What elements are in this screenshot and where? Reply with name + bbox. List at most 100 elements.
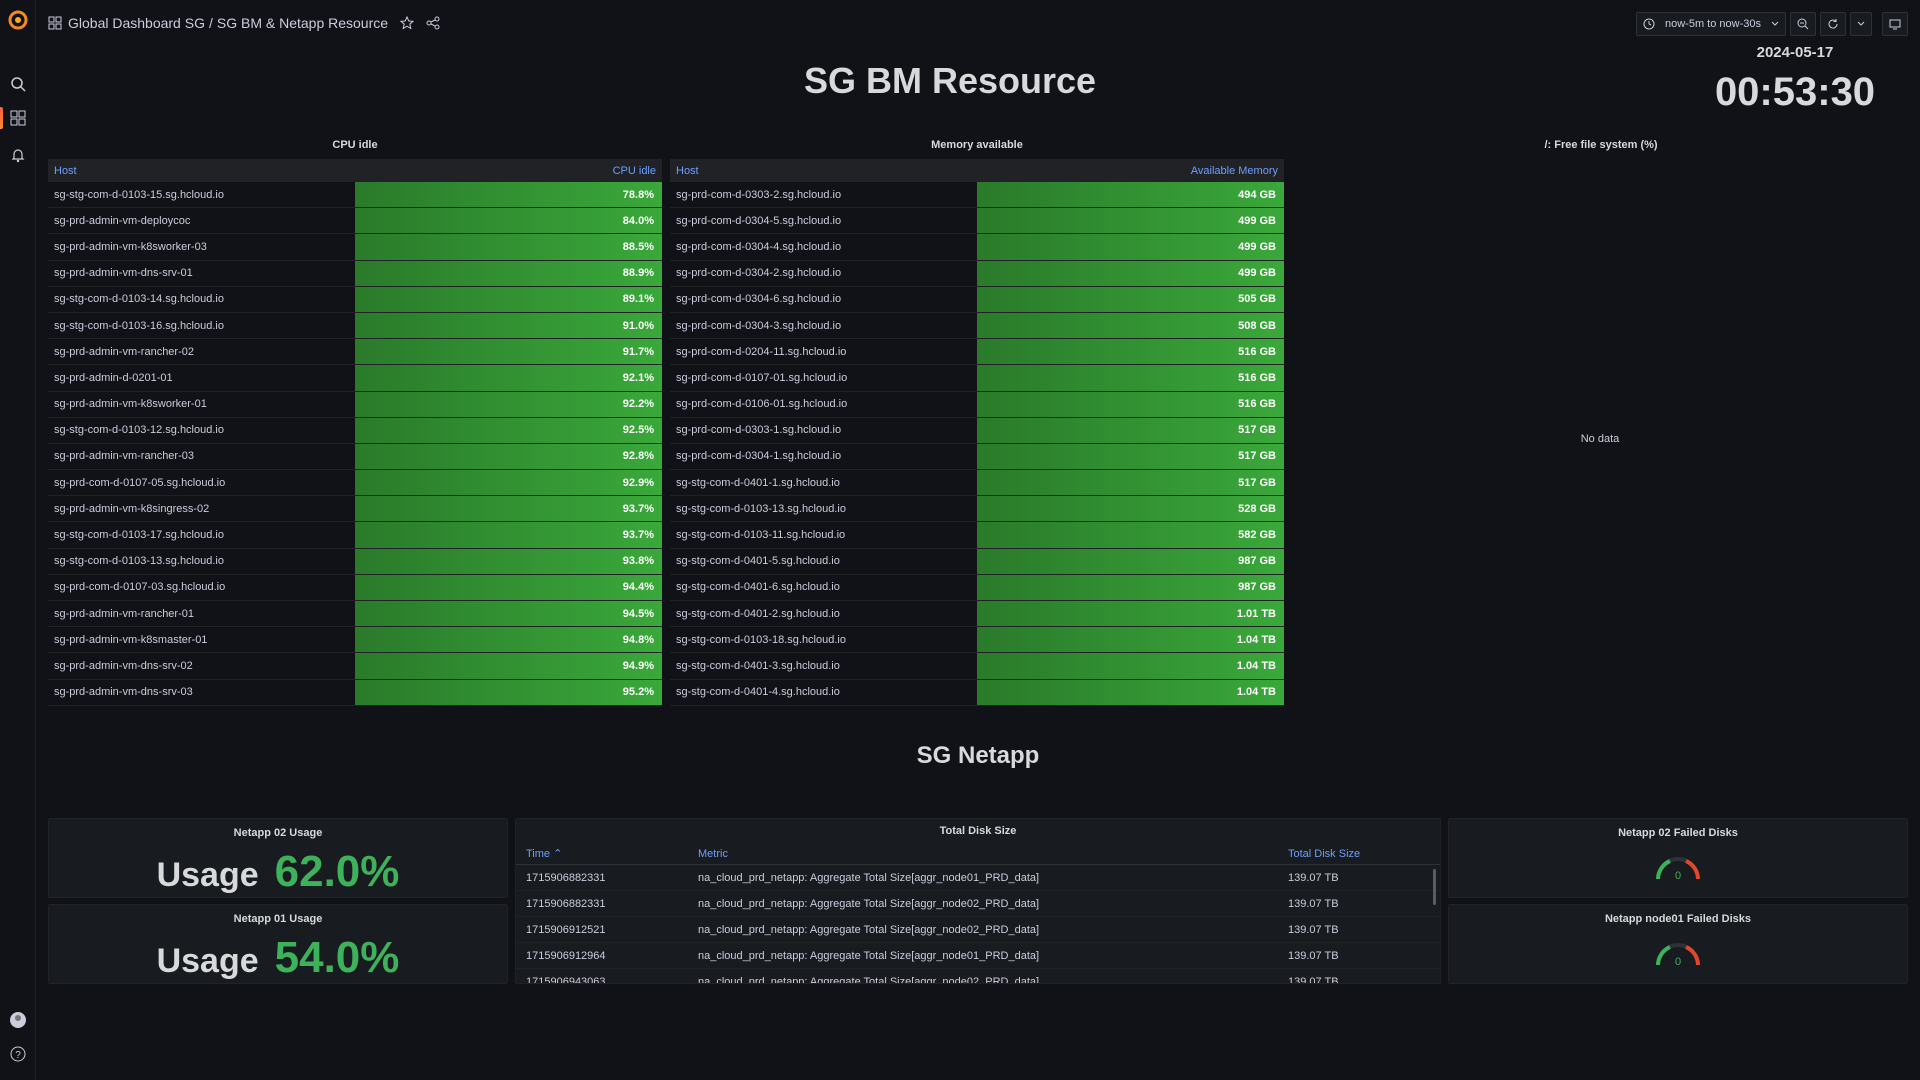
value-cell: 89.1%	[355, 286, 662, 312]
value-cell: 516 GB	[977, 339, 1284, 365]
host-cell: sg-prd-com-d-0304-5.sg.hcloud.io	[676, 214, 842, 227]
host-cell: sg-prd-com-d-0107-05.sg.hcloud.io	[54, 476, 226, 489]
size-cell: 139.07 TB	[1288, 975, 1339, 984]
chevron-down-icon	[1857, 21, 1865, 26]
table-row: sg-stg-com-d-0103-14.sg.hcloud.io 89.1%	[48, 286, 662, 313]
table-row: sg-stg-com-d-0103-11.sg.hcloud.io 582 GB	[670, 522, 1284, 549]
host-cell: sg-prd-admin-vm-k8smaster-01	[54, 633, 208, 646]
host-cell: sg-stg-com-d-0103-13.sg.hcloud.io	[54, 555, 224, 568]
breadcrumb-folder[interactable]: Global Dashboard SG	[68, 15, 205, 31]
time-cell: 1715906912521	[526, 923, 606, 936]
value-cell: 92.9%	[355, 470, 662, 496]
time-range-label: now-5m to now-30s	[1665, 18, 1761, 30]
table-row: sg-prd-com-d-0106-01.sg.hcloud.io 516 GB	[670, 391, 1284, 418]
table-row: sg-prd-com-d-0304-4.sg.hcloud.io 499 GB	[670, 234, 1284, 261]
size-cell: 139.07 TB	[1288, 923, 1339, 936]
value-cell: 94.8%	[355, 627, 662, 653]
tv-mode-button[interactable]	[1882, 12, 1908, 36]
value-cell: 1.04 TB	[977, 679, 1284, 705]
value-cell: 91.0%	[355, 312, 662, 339]
value-cell: 94.9%	[355, 653, 662, 679]
page-title: SG BM Resource	[803, 60, 1097, 101]
netapp02-usage-value: 62.0%	[274, 847, 400, 896]
table-row: sg-prd-com-d-0204-11.sg.hcloud.io 516 GB	[670, 339, 1284, 366]
host-cell: sg-stg-com-d-0103-14.sg.hcloud.io	[54, 293, 224, 306]
value-cell: 987 GB	[977, 548, 1284, 574]
netapp02-usage-panel: Netapp 02 Usage Usage 62.0%	[48, 818, 508, 898]
table-row: sg-stg-com-d-0103-12.sg.hcloud.io 92.5%	[48, 417, 662, 444]
dashboards-icon[interactable]	[8, 108, 28, 128]
star-icon[interactable]	[399, 15, 415, 30]
host-cell: sg-prd-com-d-0304-2.sg.hcloud.io	[676, 267, 842, 280]
table-row: sg-stg-com-d-0103-13.sg.hcloud.io 93.8%	[48, 548, 662, 575]
host-cell: sg-prd-com-d-0107-03.sg.hcloud.io	[54, 581, 226, 594]
value-cell: 95.2%	[355, 679, 662, 705]
size-cell: 139.07 TB	[1288, 949, 1339, 962]
value-cell: 92.8%	[355, 443, 662, 470]
cpu-col-value[interactable]: CPU idle	[355, 165, 662, 177]
cpu-col-host[interactable]: Host	[48, 165, 355, 177]
disk-table-scrollbar[interactable]	[1433, 869, 1436, 905]
table-row: sg-stg-com-d-0103-18.sg.hcloud.io 1.04 TB	[670, 627, 1284, 654]
value-cell: 508 GB	[977, 312, 1284, 339]
time-cell: 1715906943063	[526, 975, 606, 984]
size-cell: 139.07 TB	[1288, 871, 1339, 884]
host-cell: sg-stg-com-d-0401-3.sg.hcloud.io	[676, 659, 840, 672]
grafana-logo-icon[interactable]	[7, 9, 29, 31]
table-row: sg-prd-com-d-0107-03.sg.hcloud.io 94.4%	[48, 574, 662, 601]
zoom-out-button[interactable]	[1790, 12, 1816, 36]
host-cell: sg-stg-com-d-0401-6.sg.hcloud.io	[676, 581, 840, 594]
value-cell: 88.9%	[355, 260, 662, 286]
table-row: 1715906912964 na_cloud_prd_netapp: Aggreg…	[516, 943, 1440, 969]
value-cell: 516 GB	[977, 391, 1284, 417]
alerting-bell-icon[interactable]	[8, 145, 28, 165]
disk-col-metric[interactable]: Metric	[688, 848, 1278, 860]
metric-cell: na_cloud_prd_netapp: Aggregate Total Siz…	[698, 923, 1040, 936]
table-row: sg-prd-com-d-0107-05.sg.hcloud.io 92.9%	[48, 470, 662, 497]
user-avatar-icon[interactable]	[8, 1010, 28, 1030]
memory-panel-title: Memory available	[931, 139, 1023, 151]
host-cell: sg-prd-admin-vm-rancher-02	[54, 345, 194, 358]
memory-col-value[interactable]: Available Memory	[977, 165, 1284, 177]
side-nav: ?	[0, 0, 36, 1080]
search-icon[interactable]	[8, 74, 28, 94]
table-row: sg-stg-com-d-0103-13.sg.hcloud.io 528 GB	[670, 496, 1284, 523]
table-row: sg-prd-com-d-0303-2.sg.hcloud.io 494 GB	[670, 182, 1284, 209]
disk-col-size[interactable]: Total Disk Size	[1278, 848, 1438, 860]
table-row: sg-prd-admin-vm-dns-srv-01 88.9%	[48, 260, 662, 287]
table-row: sg-stg-com-d-0401-1.sg.hcloud.io 517 GB	[670, 470, 1284, 497]
memory-rows: sg-prd-com-d-0303-2.sg.hcloud.io 494 GB sg…	[670, 182, 1284, 706]
table-row: sg-prd-com-d-0107-01.sg.hcloud.io 516 GB	[670, 365, 1284, 392]
value-cell: 517 GB	[977, 417, 1284, 443]
host-cell: sg-stg-com-d-0401-2.sg.hcloud.io	[676, 607, 840, 620]
table-row: sg-prd-com-d-0303-1.sg.hcloud.io 517 GB	[670, 417, 1284, 444]
table-row: sg-prd-admin-d-0201-01 92.1%	[48, 365, 662, 392]
filesystem-no-data: No data	[1580, 433, 1620, 445]
dashboard-grid-icon	[48, 16, 62, 30]
refresh-button[interactable]	[1820, 12, 1846, 36]
netapp02-usage-label: Usage	[156, 856, 259, 894]
memory-col-host[interactable]: Host	[670, 165, 977, 177]
clock-time: 00:53:30	[1714, 70, 1876, 114]
share-icon[interactable]	[426, 16, 440, 30]
help-icon[interactable]: ?	[8, 1044, 28, 1064]
host-cell: sg-stg-com-d-0103-15.sg.hcloud.io	[54, 188, 224, 201]
value-cell: 92.5%	[355, 417, 662, 443]
time-range-picker[interactable]: now-5m to now-30s	[1636, 12, 1786, 36]
table-row: sg-prd-admin-vm-rancher-01 94.5%	[48, 601, 662, 628]
netapp01-failed-disks-panel: Netapp node01 Failed Disks 0	[1448, 904, 1908, 984]
host-cell: sg-prd-com-d-0107-01.sg.hcloud.io	[676, 371, 848, 384]
host-cell: sg-stg-com-d-0103-17.sg.hcloud.io	[54, 529, 224, 542]
host-cell: sg-prd-com-d-0204-11.sg.hcloud.io	[676, 345, 847, 358]
breadcrumb-dashboard[interactable]: SG BM & Netapp Resource	[217, 15, 388, 31]
host-cell: sg-stg-com-d-0401-1.sg.hcloud.io	[676, 476, 840, 489]
svg-text:?: ?	[15, 1050, 21, 1061]
host-cell: sg-prd-admin-vm-dns-srv-02	[54, 659, 193, 672]
host-cell: sg-stg-com-d-0103-16.sg.hcloud.io	[54, 319, 224, 332]
table-row: sg-stg-com-d-0103-15.sg.hcloud.io 78.8%	[48, 182, 662, 209]
cpu-rows: sg-stg-com-d-0103-15.sg.hcloud.io 78.8% sg…	[48, 182, 662, 706]
disk-col-time[interactable]: Time ⌃	[516, 847, 688, 860]
refresh-interval-dropdown[interactable]	[1850, 12, 1872, 36]
time-cell: 1715906912964	[526, 949, 606, 962]
host-cell: sg-prd-admin-vm-k8sworker-03	[54, 240, 207, 253]
